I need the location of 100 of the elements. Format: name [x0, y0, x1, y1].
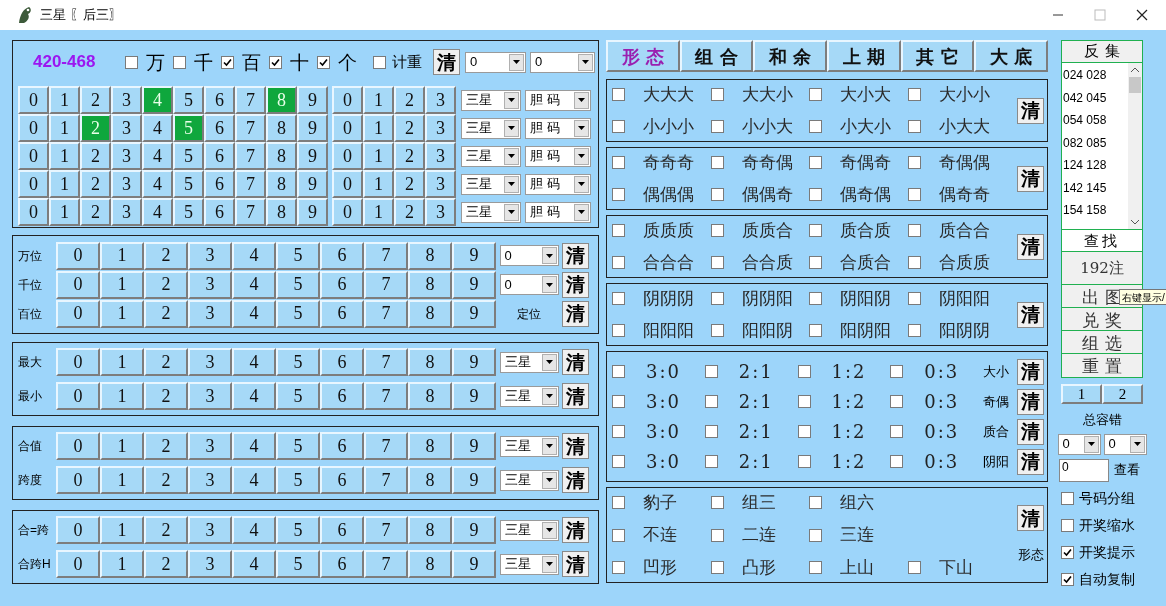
tab[interactable]: 大 底	[974, 40, 1049, 72]
digit-button[interactable]: 1	[49, 86, 80, 114]
digit-button[interactable]: 3	[111, 170, 142, 198]
digit-button[interactable]: 0	[56, 270, 100, 299]
digit-button[interactable]: 6	[204, 198, 235, 226]
digit-button[interactable]: 0	[332, 198, 363, 226]
clear-button[interactable]: 清	[562, 300, 589, 327]
digit-button[interactable]: 0	[56, 299, 100, 328]
checkbox[interactable]	[809, 188, 822, 202]
digit-button[interactable]: 1	[100, 516, 144, 544]
digit-button[interactable]: 5	[276, 466, 320, 494]
digit-button[interactable]: 9	[297, 114, 328, 142]
checkbox[interactable]	[317, 55, 330, 69]
checkbox[interactable]	[704, 395, 718, 408]
digit-button[interactable]: 7	[235, 142, 266, 170]
action-button[interactable]: 组 选	[1062, 331, 1142, 354]
search-button[interactable]: 查找	[1062, 230, 1142, 252]
digit-button[interactable]: 7	[364, 516, 408, 544]
clear-button[interactable]: 清	[1017, 388, 1044, 415]
digit-button[interactable]: 3	[111, 86, 142, 114]
clear-button[interactable]: 清	[562, 349, 589, 375]
digit-button[interactable]: 4	[232, 348, 276, 376]
checkbox[interactable]	[907, 87, 921, 101]
clear-button[interactable]: 清	[1017, 358, 1044, 385]
digit-button[interactable]: 6	[320, 466, 364, 494]
checkbox[interactable]	[710, 256, 724, 270]
digit-button[interactable]: 2	[144, 382, 188, 410]
digit-button[interactable]: 1	[100, 241, 144, 270]
digit-button[interactable]: 0	[18, 114, 49, 142]
digit-button[interactable]: 7	[364, 299, 408, 328]
digit-button[interactable]: 3	[425, 114, 456, 142]
checkbox[interactable]	[809, 87, 822, 101]
checkbox[interactable]	[809, 223, 822, 237]
digit-button[interactable]: 4	[232, 432, 276, 460]
digit-button[interactable]: 1	[100, 550, 144, 578]
dropdown[interactable]: 胆 码	[525, 145, 591, 167]
clear-button[interactable]: 清	[562, 383, 589, 409]
checkbox[interactable]	[710, 528, 724, 542]
digit-button[interactable]: 6	[320, 299, 364, 328]
checkbox[interactable]	[890, 365, 904, 378]
digit-button[interactable]: 8	[266, 170, 297, 198]
checkbox[interactable]	[710, 87, 724, 101]
checkbox[interactable]	[612, 155, 625, 169]
digit-button[interactable]: 8	[266, 114, 297, 142]
checkbox[interactable]	[907, 561, 921, 574]
digit-button[interactable]: 3	[111, 114, 142, 142]
checkbox[interactable]	[710, 155, 724, 169]
checkbox[interactable]	[373, 55, 386, 69]
digit-button[interactable]: 4	[232, 550, 276, 578]
digit-button[interactable]: 2	[144, 516, 188, 544]
digit-button[interactable]: 1	[363, 198, 394, 226]
checkbox[interactable]	[612, 291, 625, 305]
digit-button[interactable]: 5	[276, 270, 320, 299]
checkbox[interactable]	[1061, 491, 1074, 505]
checkbox[interactable]	[612, 425, 625, 438]
digit-button[interactable]: 3	[188, 550, 232, 578]
checkbox[interactable]	[612, 528, 625, 542]
digit-button[interactable]: 8	[408, 550, 452, 578]
digit-button[interactable]: 6	[320, 550, 364, 578]
digit-button[interactable]: 1	[363, 142, 394, 170]
checkbox[interactable]	[890, 395, 904, 408]
digit-button[interactable]: 1	[49, 142, 80, 170]
checkbox[interactable]	[704, 365, 718, 378]
digit-button[interactable]: 2	[144, 466, 188, 494]
digit-button[interactable]: 8	[408, 241, 452, 270]
checkbox[interactable]	[809, 528, 822, 542]
checkbox[interactable]	[1061, 518, 1074, 532]
digit-button[interactable]: 7	[364, 348, 408, 376]
checkbox[interactable]	[710, 120, 724, 134]
clear-button[interactable]: 清	[562, 433, 589, 459]
digit-button[interactable]: 7	[235, 170, 266, 198]
digit-button[interactable]: 3	[188, 516, 232, 544]
checkbox[interactable]	[809, 120, 822, 134]
digit-button[interactable]: 8	[408, 466, 452, 494]
dropdown[interactable]: 三星	[461, 173, 521, 195]
digit-button[interactable]: 7	[235, 86, 266, 114]
digit-button[interactable]: 5	[276, 516, 320, 544]
digit-button[interactable]: 4	[232, 516, 276, 544]
dropdown[interactable]: 三星	[461, 145, 521, 167]
dropdown[interactable]: 三星	[499, 435, 559, 457]
checkbox[interactable]	[907, 155, 921, 169]
clear-button[interactable]: 清	[1017, 448, 1044, 475]
digit-button[interactable]: 9	[452, 299, 496, 328]
checkbox[interactable]	[221, 55, 234, 69]
clear-button[interactable]: 清	[1017, 165, 1044, 192]
digit-button[interactable]: 0	[332, 170, 363, 198]
digit-button[interactable]: 4	[142, 114, 173, 142]
clear-button[interactable]: 清	[562, 242, 589, 269]
tab[interactable]: 上 期	[827, 40, 901, 72]
list-item[interactable]: 042 045	[1062, 88, 1128, 111]
digit-button[interactable]: 3	[188, 348, 232, 376]
dropdown[interactable]: 三星	[499, 385, 559, 407]
digit-button[interactable]: 9	[297, 170, 328, 198]
digit-button[interactable]: 3	[425, 170, 456, 198]
checkbox[interactable]	[1061, 545, 1074, 559]
checkbox[interactable]	[710, 324, 724, 338]
checkbox[interactable]	[1061, 572, 1074, 586]
digit-button[interactable]: 4	[232, 299, 276, 328]
digit-button[interactable]: 8	[408, 432, 452, 460]
tab[interactable]: 形 态	[606, 40, 680, 72]
